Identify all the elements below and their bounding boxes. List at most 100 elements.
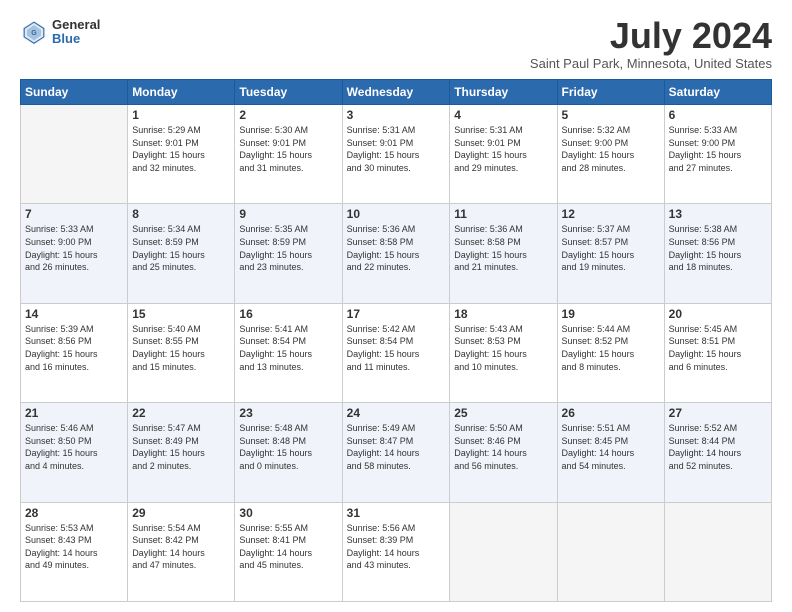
day-info: Sunrise: 5:35 AM Sunset: 8:59 PM Dayligh… (239, 223, 337, 273)
calendar-week-row: 21 Sunrise: 5:46 AM Sunset: 8:50 PM Dayli… (21, 403, 772, 502)
calendar-day-cell: 16 Sunrise: 5:41 AM Sunset: 8:54 PM Dayli… (235, 303, 342, 402)
calendar-day-cell: 12 Sunrise: 5:37 AM Sunset: 8:57 PM Dayli… (557, 204, 664, 303)
day-number: 23 (239, 406, 337, 420)
calendar: SundayMondayTuesdayWednesdayThursdayFrid… (20, 79, 772, 602)
day-info: Sunrise: 5:43 AM Sunset: 8:53 PM Dayligh… (454, 323, 552, 373)
day-number: 29 (132, 506, 230, 520)
logo: G General Blue (20, 18, 100, 47)
day-number: 16 (239, 307, 337, 321)
day-info: Sunrise: 5:45 AM Sunset: 8:51 PM Dayligh… (669, 323, 767, 373)
day-number: 28 (25, 506, 123, 520)
calendar-day-cell: 20 Sunrise: 5:45 AM Sunset: 8:51 PM Dayli… (664, 303, 771, 402)
calendar-header-monday: Monday (128, 80, 235, 105)
calendar-week-row: 28Sunrise: 5:53 AM Sunset: 8:43 PM Dayli… (21, 502, 772, 601)
calendar-day-cell: 5Sunrise: 5:32 AM Sunset: 9:00 PM Daylig… (557, 105, 664, 204)
day-info: Sunrise: 5:56 AM Sunset: 8:39 PM Dayligh… (347, 522, 446, 572)
calendar-header-thursday: Thursday (450, 80, 557, 105)
day-number: 27 (669, 406, 767, 420)
logo-blue: Blue (52, 32, 100, 46)
day-info: Sunrise: 5:40 AM Sunset: 8:55 PM Dayligh… (132, 323, 230, 373)
calendar-day-cell: 2Sunrise: 5:30 AM Sunset: 9:01 PM Daylig… (235, 105, 342, 204)
calendar-day-cell: 31 Sunrise: 5:56 AM Sunset: 8:39 PM Dayli… (342, 502, 450, 601)
day-number: 25 (454, 406, 552, 420)
calendar-day-cell: 7Sunrise: 5:33 AM Sunset: 9:00 PM Daylig… (21, 204, 128, 303)
day-number: 10 (347, 207, 446, 221)
day-number: 12 (562, 207, 660, 221)
day-number: 3 (347, 108, 446, 122)
calendar-day-cell: 3 Sunrise: 5:31 AM Sunset: 9:01 PM Daylig… (342, 105, 450, 204)
title-block: July 2024 Saint Paul Park, Minnesota, Un… (530, 18, 772, 71)
day-number: 20 (669, 307, 767, 321)
calendar-header-saturday: Saturday (664, 80, 771, 105)
day-info: Sunrise: 5:46 AM Sunset: 8:50 PM Dayligh… (25, 422, 123, 472)
day-info: Sunrise: 5:32 AM Sunset: 9:00 PM Dayligh… (562, 124, 660, 174)
logo-icon: G (20, 18, 48, 46)
calendar-day-cell: 9Sunrise: 5:35 AM Sunset: 8:59 PM Daylig… (235, 204, 342, 303)
logo-text: General Blue (52, 18, 100, 47)
day-info: Sunrise: 5:49 AM Sunset: 8:47 PM Dayligh… (347, 422, 446, 472)
calendar-day-cell: 15 Sunrise: 5:40 AM Sunset: 8:55 PM Dayli… (128, 303, 235, 402)
calendar-day-cell: 14 Sunrise: 5:39 AM Sunset: 8:56 PM Dayli… (21, 303, 128, 402)
day-number: 19 (562, 307, 660, 321)
calendar-day-cell: 17Sunrise: 5:42 AM Sunset: 8:54 PM Dayli… (342, 303, 450, 402)
calendar-header-row: SundayMondayTuesdayWednesdayThursdayFrid… (21, 80, 772, 105)
calendar-day-cell: 1 Sunrise: 5:29 AM Sunset: 9:01 PM Daylig… (128, 105, 235, 204)
day-number: 14 (25, 307, 123, 321)
day-info: Sunrise: 5:34 AM Sunset: 8:59 PM Dayligh… (132, 223, 230, 273)
month-title: July 2024 (530, 18, 772, 54)
page: G General Blue July 2024 Saint Paul Park… (0, 0, 792, 612)
day-info: Sunrise: 5:31 AM Sunset: 9:01 PM Dayligh… (454, 124, 552, 174)
day-number: 11 (454, 207, 552, 221)
day-number: 1 (132, 108, 230, 122)
calendar-day-cell (21, 105, 128, 204)
day-info: Sunrise: 5:36 AM Sunset: 8:58 PM Dayligh… (347, 223, 446, 273)
day-info: Sunrise: 5:37 AM Sunset: 8:57 PM Dayligh… (562, 223, 660, 273)
day-number: 26 (562, 406, 660, 420)
day-info: Sunrise: 5:29 AM Sunset: 9:01 PM Dayligh… (132, 124, 230, 174)
calendar-day-cell: 27Sunrise: 5:52 AM Sunset: 8:44 PM Dayli… (664, 403, 771, 502)
day-number: 31 (347, 506, 446, 520)
calendar-day-cell: 25 Sunrise: 5:50 AM Sunset: 8:46 PM Dayli… (450, 403, 557, 502)
calendar-day-cell: 30 Sunrise: 5:55 AM Sunset: 8:41 PM Dayli… (235, 502, 342, 601)
logo-general: General (52, 18, 100, 32)
calendar-day-cell: 13 Sunrise: 5:38 AM Sunset: 8:56 PM Dayli… (664, 204, 771, 303)
day-number: 2 (239, 108, 337, 122)
calendar-week-row: 1 Sunrise: 5:29 AM Sunset: 9:01 PM Daylig… (21, 105, 772, 204)
day-info: Sunrise: 5:41 AM Sunset: 8:54 PM Dayligh… (239, 323, 337, 373)
day-number: 13 (669, 207, 767, 221)
calendar-day-cell: 11 Sunrise: 5:36 AM Sunset: 8:58 PM Dayli… (450, 204, 557, 303)
day-info: Sunrise: 5:33 AM Sunset: 9:00 PM Dayligh… (669, 124, 767, 174)
day-number: 8 (132, 207, 230, 221)
location: Saint Paul Park, Minnesota, United State… (530, 56, 772, 71)
calendar-header-sunday: Sunday (21, 80, 128, 105)
day-info: Sunrise: 5:54 AM Sunset: 8:42 PM Dayligh… (132, 522, 230, 572)
day-info: Sunrise: 5:33 AM Sunset: 9:00 PM Dayligh… (25, 223, 123, 273)
calendar-day-cell: 6Sunrise: 5:33 AM Sunset: 9:00 PM Daylig… (664, 105, 771, 204)
header: G General Blue July 2024 Saint Paul Park… (20, 18, 772, 71)
calendar-day-cell: 23 Sunrise: 5:48 AM Sunset: 8:48 PM Dayli… (235, 403, 342, 502)
day-number: 15 (132, 307, 230, 321)
calendar-day-cell: 19 Sunrise: 5:44 AM Sunset: 8:52 PM Dayli… (557, 303, 664, 402)
day-number: 22 (132, 406, 230, 420)
svg-text:G: G (31, 30, 37, 37)
day-info: Sunrise: 5:31 AM Sunset: 9:01 PM Dayligh… (347, 124, 446, 174)
calendar-header-tuesday: Tuesday (235, 80, 342, 105)
day-info: Sunrise: 5:38 AM Sunset: 8:56 PM Dayligh… (669, 223, 767, 273)
calendar-header-wednesday: Wednesday (342, 80, 450, 105)
day-number: 21 (25, 406, 123, 420)
day-info: Sunrise: 5:55 AM Sunset: 8:41 PM Dayligh… (239, 522, 337, 572)
day-info: Sunrise: 5:50 AM Sunset: 8:46 PM Dayligh… (454, 422, 552, 472)
day-info: Sunrise: 5:39 AM Sunset: 8:56 PM Dayligh… (25, 323, 123, 373)
day-number: 24 (347, 406, 446, 420)
day-info: Sunrise: 5:47 AM Sunset: 8:49 PM Dayligh… (132, 422, 230, 472)
calendar-day-cell: 21 Sunrise: 5:46 AM Sunset: 8:50 PM Dayli… (21, 403, 128, 502)
day-number: 30 (239, 506, 337, 520)
calendar-week-row: 14 Sunrise: 5:39 AM Sunset: 8:56 PM Dayli… (21, 303, 772, 402)
day-info: Sunrise: 5:48 AM Sunset: 8:48 PM Dayligh… (239, 422, 337, 472)
day-number: 4 (454, 108, 552, 122)
day-info: Sunrise: 5:36 AM Sunset: 8:58 PM Dayligh… (454, 223, 552, 273)
calendar-day-cell: 29 Sunrise: 5:54 AM Sunset: 8:42 PM Dayli… (128, 502, 235, 601)
calendar-day-cell: 28Sunrise: 5:53 AM Sunset: 8:43 PM Dayli… (21, 502, 128, 601)
day-info: Sunrise: 5:44 AM Sunset: 8:52 PM Dayligh… (562, 323, 660, 373)
day-info: Sunrise: 5:42 AM Sunset: 8:54 PM Dayligh… (347, 323, 446, 373)
